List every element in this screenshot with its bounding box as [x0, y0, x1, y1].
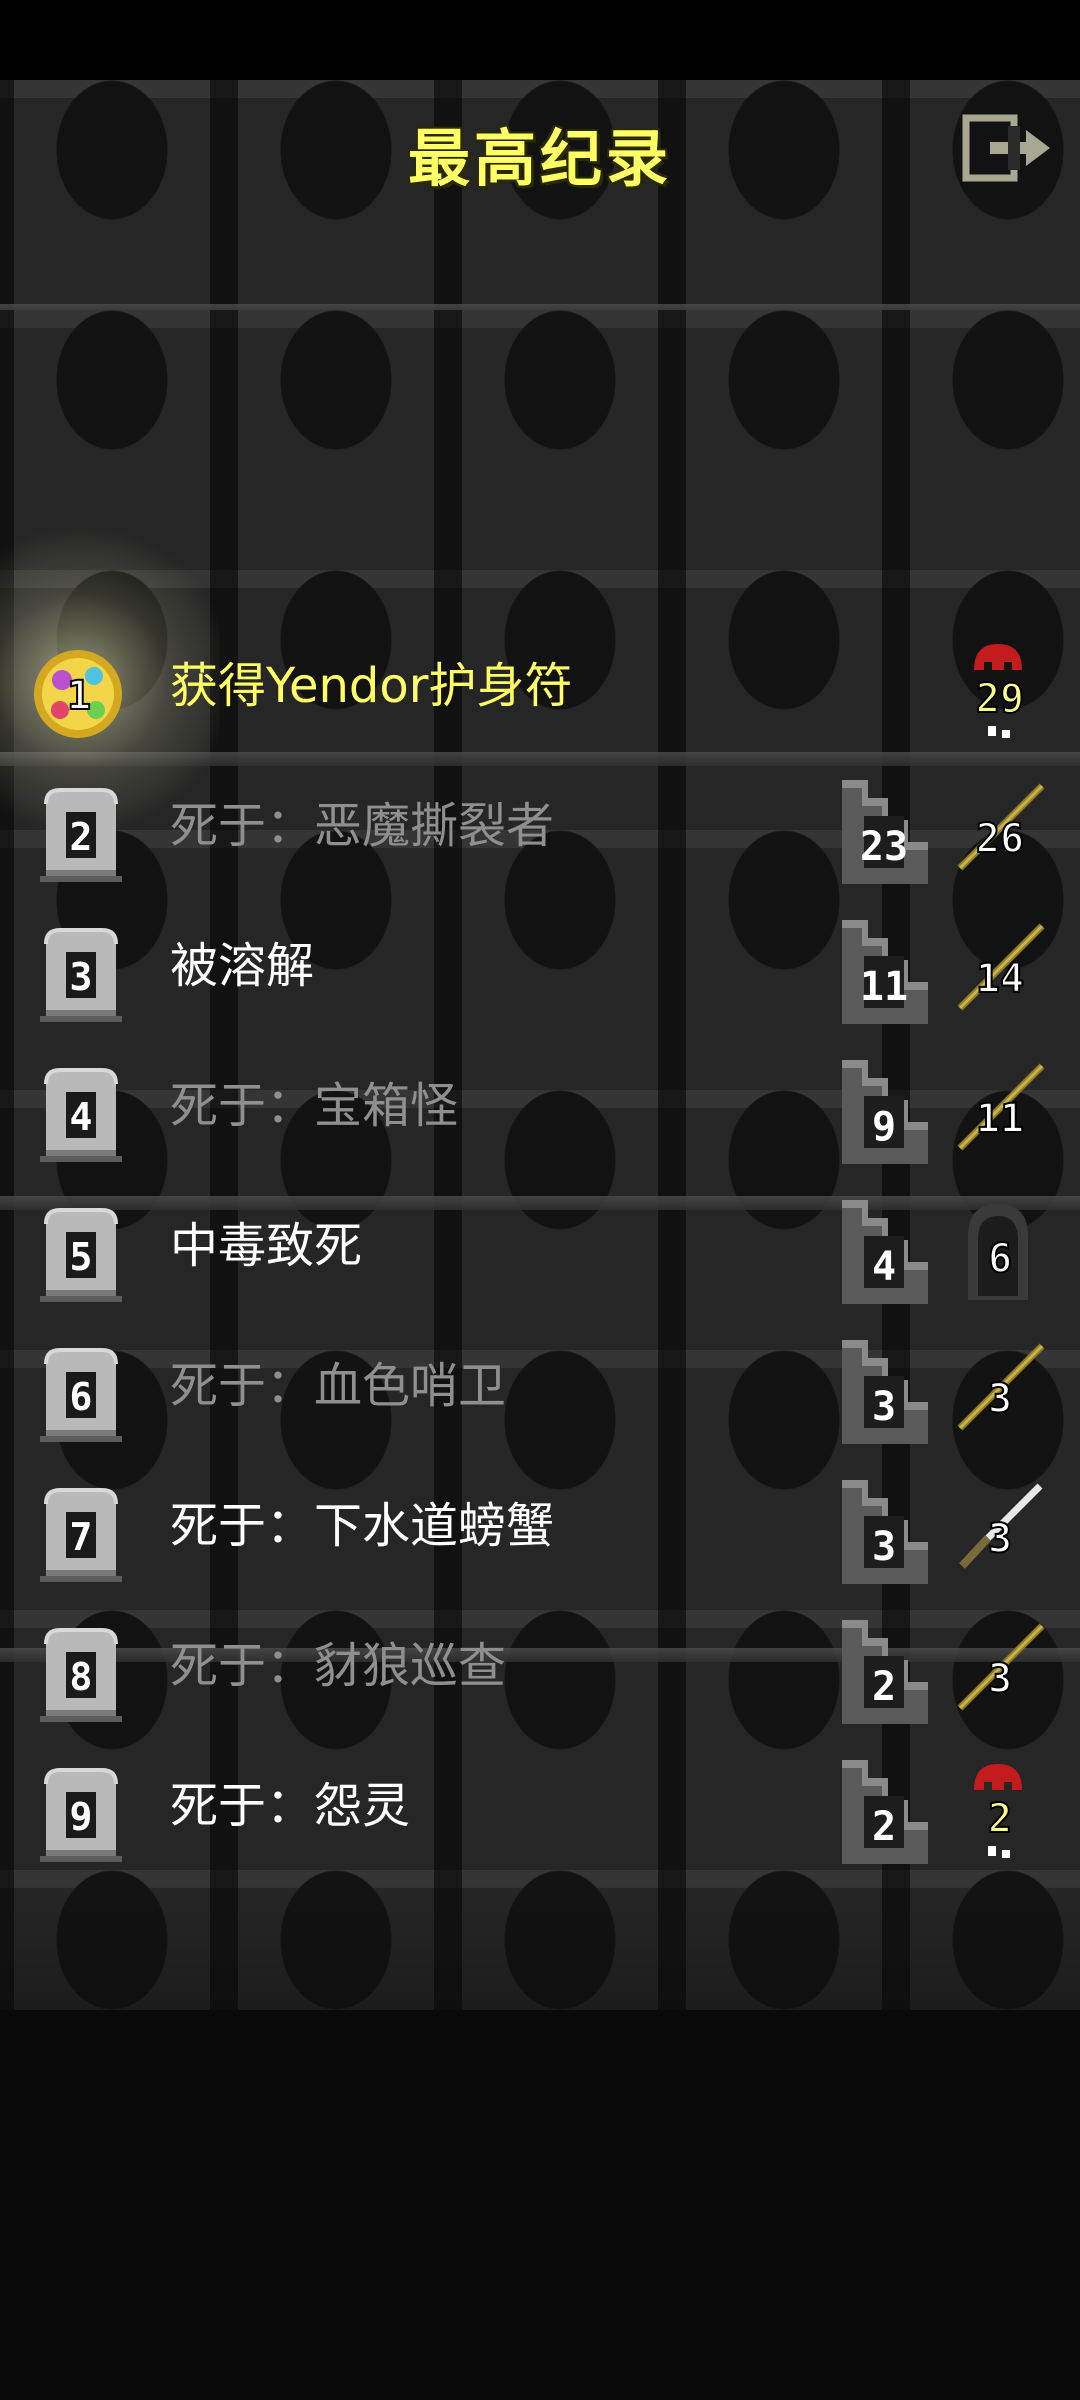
svg-text:29: 29	[976, 676, 1024, 722]
svg-text:11: 11	[976, 1096, 1024, 1142]
exit-door-icon	[962, 114, 1050, 182]
death-cause-label: 死于：血色哨卫	[170, 1358, 507, 1414]
depth-stairs-icon: 4	[838, 1196, 938, 1308]
svg-text:3: 3	[70, 955, 93, 999]
svg-text:2: 2	[988, 1796, 1012, 1842]
ranking-row[interactable]: 1 获得Yendor护身符 29	[0, 616, 1080, 756]
sword-icon: 11	[948, 1056, 1048, 1168]
ranking-row[interactable]: 5 中毒致死 4 6	[0, 1176, 1080, 1316]
ranking-row[interactable]: 8 死于：豺狼巡查 2 3	[0, 1596, 1080, 1736]
depth-stairs-icon: 3	[838, 1476, 938, 1588]
death-cause-label: 被溶解	[170, 938, 315, 994]
depth-stairs-icon: 23	[838, 776, 938, 888]
death-cause-label: 死于：怨灵	[170, 1778, 411, 1834]
depth-stairs-icon: 2	[838, 1756, 938, 1868]
svg-text:14: 14	[976, 956, 1024, 1002]
svg-text:3: 3	[988, 1516, 1012, 1562]
tombstone-icon: 3	[36, 924, 126, 1024]
blood-drop-icon: 2	[948, 1756, 1048, 1868]
death-cause-label: 死于：豺狼巡查	[170, 1638, 507, 1694]
ranking-row[interactable]: 3 被溶解 11 14	[0, 896, 1080, 1036]
death-cause-label: 死于：宝箱怪	[170, 1078, 459, 1134]
death-cause-label: 死于：下水道螃蟹	[170, 1498, 555, 1554]
tombstone-icon: 8	[36, 1624, 126, 1724]
svg-text:3: 3	[988, 1376, 1012, 1422]
status-bar	[0, 0, 1080, 80]
death-cause-label: 中毒致死	[170, 1218, 363, 1274]
svg-text:9: 9	[70, 1795, 93, 1839]
ranking-row[interactable]: 9 死于：怨灵 2 2	[0, 1736, 1080, 1876]
depth-stairs-icon: 11	[838, 916, 938, 1028]
svg-text:11: 11	[860, 964, 908, 1010]
svg-text:6: 6	[988, 1236, 1012, 1282]
tombstone-icon: 4	[36, 1064, 126, 1164]
svg-text:3: 3	[988, 1656, 1012, 1702]
depth-stairs-icon: 2	[838, 1616, 938, 1728]
tombstone-icon: 5	[36, 1204, 126, 1304]
svg-text:6: 6	[70, 1375, 93, 1419]
svg-text:3: 3	[872, 1524, 896, 1570]
svg-text:5: 5	[70, 1235, 93, 1279]
tombstone-icon: 6	[36, 1344, 126, 1444]
svg-text:2: 2	[70, 815, 93, 859]
blood-drop-icon: 29	[948, 636, 1048, 748]
svg-text:26: 26	[976, 816, 1024, 862]
page-title: 最高纪录	[407, 122, 672, 195]
svg-text:8: 8	[70, 1655, 93, 1699]
depth-stairs-icon: 3	[838, 1336, 938, 1448]
exit-button[interactable]	[960, 112, 1056, 184]
sword-icon: 3	[948, 1616, 1048, 1728]
death-cause-label: 死于：恶魔撕裂者	[170, 798, 555, 854]
svg-text:1: 1	[67, 673, 91, 719]
svg-text:23: 23	[860, 824, 908, 870]
svg-text:2: 2	[872, 1804, 896, 1850]
amulet-of-yendor-icon: 1	[32, 644, 122, 744]
death-cause-label: 获得Yendor护身符	[170, 658, 573, 714]
tombstone-icon: 7	[36, 1484, 126, 1584]
svg-text:9: 9	[872, 1104, 896, 1150]
background-fade	[0, 1880, 1080, 2400]
sword-icon: 14	[948, 916, 1048, 1028]
sword-icon: 3	[948, 1336, 1048, 1448]
svg-text:7: 7	[70, 1515, 93, 1559]
ranking-row[interactable]: 6 死于：血色哨卫 3 3	[0, 1316, 1080, 1456]
tombstone-icon: 9	[36, 1764, 126, 1864]
ranking-row[interactable]: 4 死于：宝箱怪 9 11	[0, 1036, 1080, 1176]
ranking-row[interactable]: 2 死于：恶魔撕裂者 23 26	[0, 756, 1080, 896]
svg-text:4: 4	[872, 1244, 896, 1290]
svg-text:4: 4	[70, 1095, 93, 1139]
hooded-figure-icon: 6	[948, 1196, 1048, 1308]
depth-stairs-icon: 9	[838, 1056, 938, 1168]
svg-text:3: 3	[872, 1384, 896, 1430]
sword-icon: 26	[948, 776, 1048, 888]
dagger-icon: 3	[948, 1476, 1048, 1588]
tombstone-icon: 2	[36, 784, 126, 884]
svg-text:2: 2	[872, 1664, 896, 1710]
ranking-row[interactable]: 7 死于：下水道螃蟹 3 3	[0, 1456, 1080, 1596]
rankings-screen: 最高纪录 1 获得Yendor护身符 29 2 死于：恶魔撕裂者 23 26 3…	[0, 0, 1080, 2400]
